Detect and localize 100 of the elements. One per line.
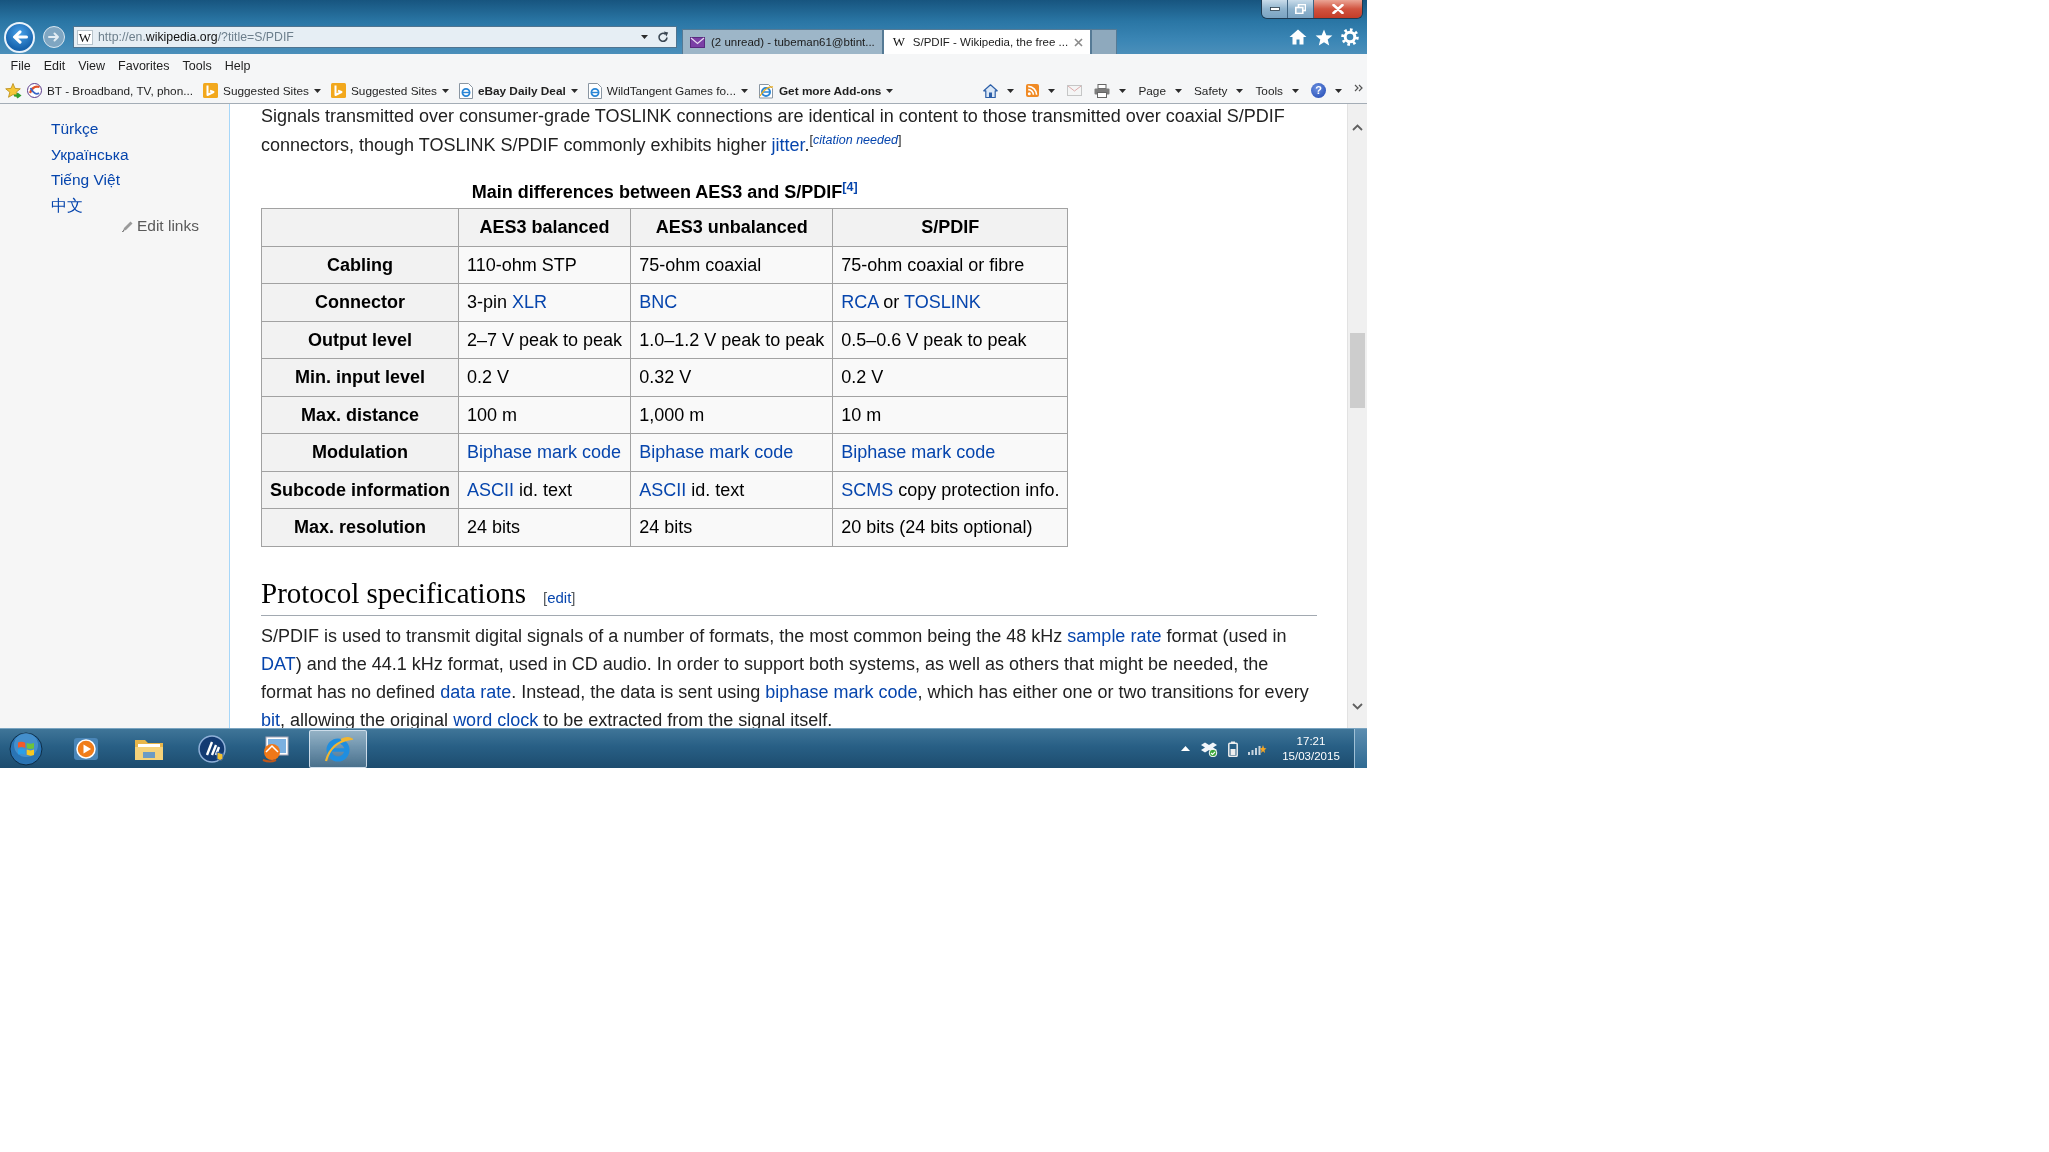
- caret-down-icon: [1007, 88, 1015, 93]
- table-cell: 1,000 m: [630, 396, 833, 434]
- menu-item[interactable]: Help: [218, 57, 257, 75]
- table-cell: 0.2 V: [458, 358, 631, 396]
- bookmark-item[interactable]: WildTangent Games fo...: [582, 80, 753, 101]
- caret-down-icon: [740, 88, 748, 93]
- text-link[interactable]: data rate: [440, 681, 512, 702]
- table-cell: 24 bits: [630, 508, 833, 546]
- caret-down-icon: [313, 88, 321, 93]
- edit-link[interactable]: [edit]: [542, 580, 576, 615]
- table-cell: 20 bits (24 bits optional): [832, 508, 1068, 546]
- add-favorite-icon[interactable]: [5, 82, 22, 99]
- toolbar-menu[interactable]: Page: [1132, 81, 1188, 100]
- text-link[interactable]: Biphase mark code: [467, 442, 622, 462]
- square-logo-icon: [203, 83, 219, 98]
- square-logo-icon: [330, 83, 346, 98]
- clock-button[interactable]: 17:21 15/03/2015: [1276, 733, 1346, 764]
- text-link[interactable]: bit: [261, 709, 280, 728]
- text-link[interactable]: biphase mark code: [765, 681, 918, 702]
- picture-icon: [260, 733, 290, 764]
- table-cell: ASCII id. text: [630, 471, 833, 509]
- bookmark-item[interactable]: eBay Daily Deal: [453, 80, 583, 101]
- forward-button[interactable]: [43, 26, 65, 48]
- forward-arrow-icon: [48, 32, 60, 42]
- browser-tab[interactable]: W S/PDIF - Wikipedia, the free ...: [882, 29, 1092, 54]
- show-desktop-button[interactable]: [1354, 729, 1367, 768]
- text-link[interactable]: DAT: [261, 653, 296, 674]
- favorites-star-icon[interactable]: [1315, 28, 1333, 46]
- language-link[interactable]: Türkçe: [51, 116, 99, 142]
- bookmark-item[interactable]: Get more Add-ons: [752, 80, 899, 101]
- table-cell: 75-ohm coaxial or fibre: [832, 246, 1068, 284]
- start-button[interactable]: [9, 731, 43, 766]
- text-link[interactable]: TOSLINK: [904, 292, 981, 312]
- toolbar-menu[interactable]: Safety: [1188, 81, 1250, 100]
- table-cell: 0.2 V: [832, 358, 1068, 396]
- bookmark-item[interactable]: Suggested Sites: [325, 81, 454, 100]
- language-link[interactable]: 中文: [51, 192, 83, 218]
- minimize-button[interactable]: [1262, 0, 1288, 18]
- clock-date: 15/03/2015: [1281, 748, 1341, 764]
- pencil-icon: [120, 219, 134, 233]
- toolbar-menu[interactable]: Tools: [1249, 81, 1305, 100]
- text-link[interactable]: jitter: [771, 134, 805, 155]
- menu-item[interactable]: Edit: [37, 57, 72, 75]
- table-cell: 0.5–0.6 V peak to peak: [832, 321, 1068, 359]
- refresh-button[interactable]: [655, 29, 671, 45]
- language-link[interactable]: Українська: [51, 141, 129, 167]
- bookmark-item[interactable]: Suggested Sites: [198, 81, 326, 100]
- address-bar[interactable]: W http://en.wikipedia.org/?title=S/PDIF: [73, 26, 677, 48]
- column-header: AES3 balanced: [458, 208, 631, 246]
- text-link[interactable]: SCMS: [841, 479, 894, 500]
- text-link[interactable]: RCA: [841, 292, 879, 312]
- help-button[interactable]: ?: [1305, 81, 1348, 100]
- show-hidden-icons-icon[interactable]: [1180, 746, 1190, 751]
- sync-box-icon[interactable]: [1200, 740, 1218, 757]
- bookmark-item[interactable]: BT - Broadband, TV, phon...: [22, 81, 199, 100]
- language-link[interactable]: Tiếng Việt: [51, 167, 120, 193]
- globe-icon: [27, 83, 42, 98]
- menu-item[interactable]: Favorites: [111, 57, 176, 75]
- page-icon: [757, 82, 774, 99]
- row-header: Max. resolution: [261, 508, 459, 546]
- menu-item[interactable]: File: [4, 57, 38, 75]
- text-link[interactable]: Biphase mark code: [841, 442, 996, 462]
- table-cell: RCA or TOSLINK: [832, 283, 1068, 321]
- row-header: Output level: [261, 321, 459, 359]
- settings-icon[interactable]: [1341, 28, 1359, 46]
- text-link[interactable]: sample rate: [1067, 625, 1162, 646]
- back-button[interactable]: [4, 21, 35, 53]
- minimize-icon: [1269, 7, 1280, 11]
- table-cell: 3-pin XLR: [458, 283, 631, 321]
- table-caption: Main differences between AES3 and S/PDIF$^{[4]}$: [470, 180, 859, 204]
- reference-link[interactable]: [4]: [842, 180, 858, 194]
- row-header: Cabling: [261, 246, 459, 284]
- home-icon[interactable]: [1289, 29, 1307, 45]
- caret-down-icon: [1175, 88, 1182, 93]
- text-link[interactable]: Biphase mark code: [639, 442, 794, 462]
- text-link[interactable]: XLR: [512, 292, 548, 312]
- text-link[interactable]: BNC: [639, 292, 678, 312]
- scrollbar-thumb[interactable]: [1350, 333, 1365, 408]
- scrollbar-track[interactable]: [1347, 104, 1367, 728]
- restore-button[interactable]: [1288, 0, 1314, 18]
- text-link[interactable]: ASCII: [639, 479, 687, 500]
- table-cell: 10 m: [832, 396, 1068, 434]
- close-tab-icon[interactable]: [1074, 37, 1084, 47]
- text-link[interactable]: word clock: [453, 709, 539, 728]
- caret-down-icon: [1048, 88, 1056, 93]
- restore-icon: [1295, 4, 1306, 14]
- chevron-icon[interactable]: [1354, 83, 1363, 92]
- rss-icon: [1026, 84, 1040, 97]
- row-header: Max. distance: [261, 396, 459, 434]
- menu-item[interactable]: Tools: [176, 57, 219, 75]
- menu-item[interactable]: View: [71, 57, 112, 75]
- battery-icon[interactable]: [1228, 740, 1238, 757]
- table-cell: SCMS copy protection info.: [832, 471, 1068, 509]
- text-link[interactable]: ASCII: [467, 479, 514, 500]
- close-button[interactable]: [1314, 0, 1362, 18]
- edit-links-link[interactable]: Edit links: [120, 216, 199, 236]
- row-header: Subcode information: [261, 471, 459, 509]
- citation-needed-link[interactable]: [citation needed]: [809, 132, 902, 147]
- browser-tab[interactable]: (2 unread) - tubeman61@btint...: [682, 29, 883, 54]
- column-header: S/PDIF: [832, 208, 1068, 246]
